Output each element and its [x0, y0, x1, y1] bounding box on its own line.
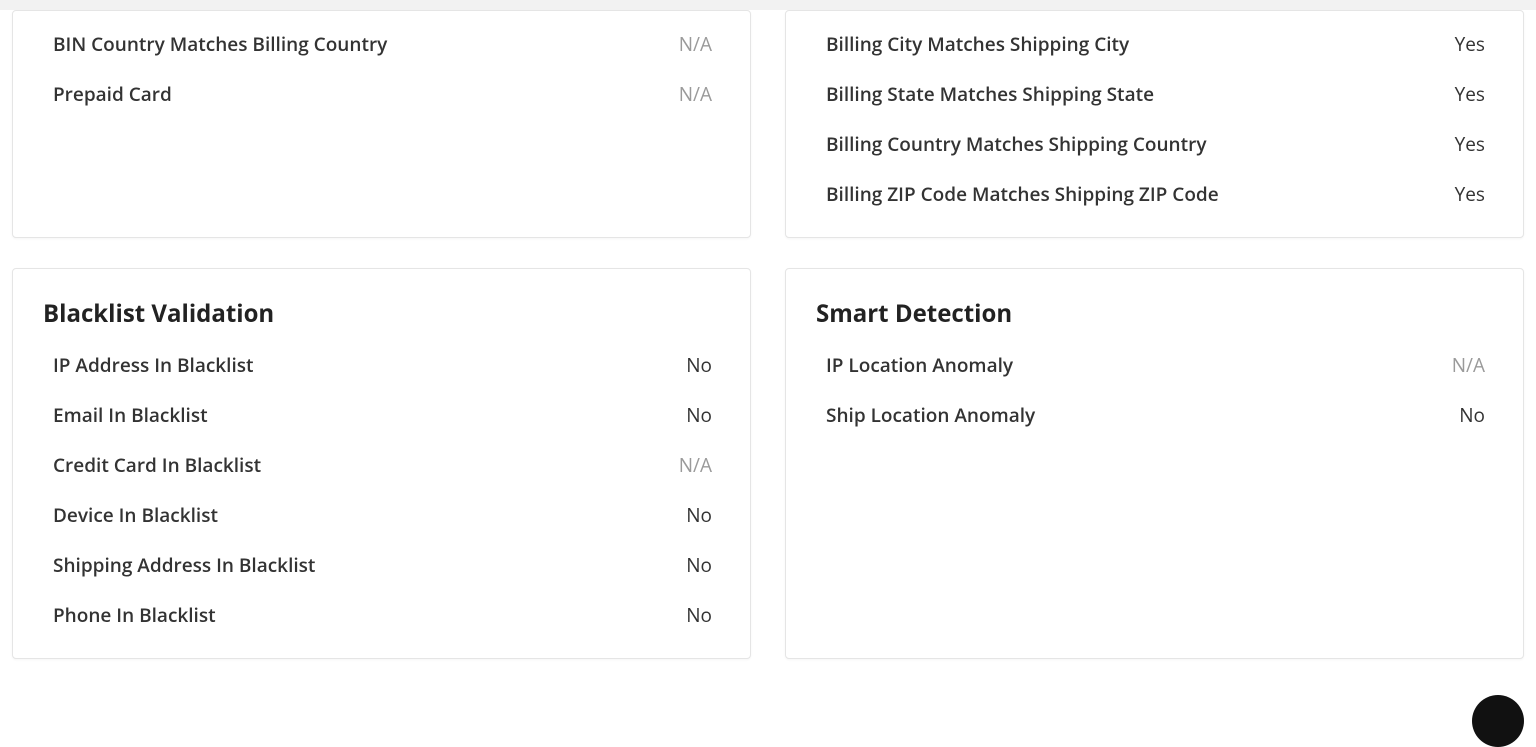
cards-grid: BIN Country Matches Billing Country N/A … — [0, 10, 1536, 659]
row-value: N/A — [679, 31, 712, 57]
row-value: No — [686, 602, 712, 628]
row-email-in-blacklist: Email In Blacklist No — [53, 402, 712, 428]
row-credit-card-in-blacklist: Credit Card In Blacklist N/A — [53, 452, 712, 478]
row-ip-in-blacklist: IP Address In Blacklist No — [53, 352, 712, 378]
card-title-blacklist: Blacklist Validation — [43, 297, 720, 330]
row-label: Billing Country Matches Shipping Country — [826, 131, 1207, 157]
row-value: Yes — [1455, 81, 1485, 107]
rows-billing-shipping-match: Billing City Matches Shipping City Yes B… — [816, 31, 1493, 207]
card-bin-prepaid: BIN Country Matches Billing Country N/A … — [12, 10, 751, 238]
card-title-smart-detection: Smart Detection — [816, 297, 1493, 330]
rows-blacklist: IP Address In Blacklist No Email In Blac… — [43, 352, 720, 628]
row-bin-country-matches-billing: BIN Country Matches Billing Country N/A — [53, 31, 712, 57]
row-value: No — [686, 502, 712, 528]
row-phone-in-blacklist: Phone In Blacklist No — [53, 602, 712, 628]
row-ip-location-anomaly: IP Location Anomaly N/A — [826, 352, 1485, 378]
row-label: IP Location Anomaly — [826, 352, 1013, 378]
row-label: Ship Location Anomaly — [826, 402, 1035, 428]
row-label: Billing City Matches Shipping City — [826, 31, 1129, 57]
row-label: Shipping Address In Blacklist — [53, 552, 315, 578]
row-label: Billing State Matches Shipping State — [826, 81, 1154, 107]
row-billing-zip-matches-shipping-zip: Billing ZIP Code Matches Shipping ZIP Co… — [826, 181, 1485, 207]
card-smart-detection: Smart Detection IP Location Anomaly N/A … — [785, 268, 1524, 659]
card-blacklist-validation: Blacklist Validation IP Address In Black… — [12, 268, 751, 659]
row-device-in-blacklist: Device In Blacklist No — [53, 502, 712, 528]
row-value: No — [686, 402, 712, 428]
row-shipping-address-in-blacklist: Shipping Address In Blacklist No — [53, 552, 712, 578]
row-value: No — [686, 352, 712, 378]
row-billing-city-matches-shipping-city: Billing City Matches Shipping City Yes — [826, 31, 1485, 57]
rows-smart-detection: IP Location Anomaly N/A Ship Location An… — [816, 352, 1493, 428]
row-value: N/A — [679, 452, 712, 478]
row-value: N/A — [1452, 352, 1485, 378]
row-ship-location-anomaly: Ship Location Anomaly No — [826, 402, 1485, 428]
row-label: Credit Card In Blacklist — [53, 452, 261, 478]
row-label: Device In Blacklist — [53, 502, 218, 528]
row-value: Yes — [1455, 131, 1485, 157]
row-value: N/A — [679, 81, 712, 107]
row-billing-country-matches-shipping-country: Billing Country Matches Shipping Country… — [826, 131, 1485, 157]
floating-action-button[interactable] — [1472, 695, 1524, 747]
row-billing-state-matches-shipping-state: Billing State Matches Shipping State Yes — [826, 81, 1485, 107]
row-prepaid-card: Prepaid Card N/A — [53, 81, 712, 107]
rows-bin-prepaid: BIN Country Matches Billing Country N/A … — [43, 31, 720, 107]
row-label: Email In Blacklist — [53, 402, 208, 428]
row-value: Yes — [1455, 31, 1485, 57]
row-label: Billing ZIP Code Matches Shipping ZIP Co… — [826, 181, 1219, 207]
row-label: IP Address In Blacklist — [53, 352, 254, 378]
window-topbar — [0, 0, 1536, 10]
row-label: BIN Country Matches Billing Country — [53, 31, 387, 57]
row-value: No — [686, 552, 712, 578]
card-billing-shipping-match: Billing City Matches Shipping City Yes B… — [785, 10, 1524, 238]
row-value: Yes — [1455, 181, 1485, 207]
row-value: No — [1459, 402, 1485, 428]
row-label: Phone In Blacklist — [53, 602, 216, 628]
row-label: Prepaid Card — [53, 81, 172, 107]
